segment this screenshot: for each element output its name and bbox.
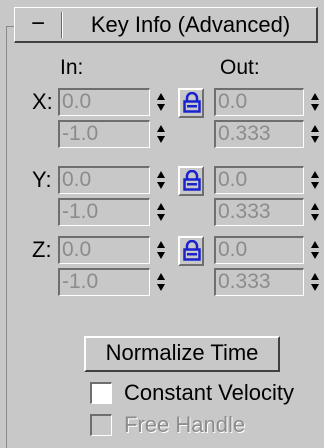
z-in-weight-spinner[interactable] <box>154 268 168 296</box>
padlock-icon <box>183 170 201 191</box>
spinner-down-icon[interactable] <box>157 252 165 259</box>
spinner-up-icon[interactable] <box>311 125 319 132</box>
key-info-panel: − Key Info (Advanced) In: Out: X: 0.0 0.… <box>0 0 324 448</box>
x-in-value-spinner[interactable] <box>154 88 168 116</box>
constant-velocity-label[interactable]: Constant Velocity <box>124 380 294 406</box>
padlock-icon <box>183 240 201 261</box>
y-in-value-field[interactable]: 0.0 <box>58 166 150 194</box>
z-lock-button[interactable] <box>178 236 204 266</box>
constant-velocity-checkbox[interactable] <box>90 382 112 404</box>
axis-label-x: X: <box>32 89 53 114</box>
x-out-weight-field[interactable]: 0.333 <box>214 120 304 148</box>
collapse-icon[interactable]: − <box>31 11 45 37</box>
z-in-value-field[interactable]: 0.0 <box>58 236 150 264</box>
axis-label-y: Y: <box>32 167 52 192</box>
spinner-up-icon[interactable] <box>157 241 165 248</box>
padlock-icon <box>183 92 201 113</box>
z-out-weight-spinner[interactable] <box>308 268 322 296</box>
y-out-value-spinner[interactable] <box>308 166 322 194</box>
spinner-down-icon[interactable] <box>157 136 165 143</box>
spinner-up-icon[interactable] <box>311 93 319 100</box>
spinner-down-icon[interactable] <box>311 284 319 291</box>
header-separator <box>61 12 63 38</box>
y-out-value-field[interactable]: 0.0 <box>214 166 304 194</box>
in-column-label: In: <box>60 56 84 79</box>
x-in-weight-spinner[interactable] <box>154 120 168 148</box>
spinner-up-icon[interactable] <box>311 203 319 210</box>
axis-label-z: Z: <box>32 237 52 262</box>
rollout-bracket <box>6 26 10 448</box>
y-in-weight-spinner[interactable] <box>154 198 168 226</box>
x-out-weight-spinner[interactable] <box>308 120 322 148</box>
normalize-time-button[interactable]: Normalize Time <box>84 336 280 372</box>
x-lock-button[interactable] <box>178 88 204 118</box>
spinner-down-icon[interactable] <box>311 136 319 143</box>
rollout-bracket-hook <box>6 26 14 27</box>
spinner-up-icon[interactable] <box>311 171 319 178</box>
spinner-up-icon[interactable] <box>157 203 165 210</box>
y-in-value-spinner[interactable] <box>154 166 168 194</box>
spinner-up-icon[interactable] <box>311 273 319 280</box>
rollout-header[interactable]: − Key Info (Advanced) <box>14 7 318 43</box>
spinner-down-icon[interactable] <box>311 252 319 259</box>
x-out-value-field[interactable]: 0.0 <box>214 88 304 116</box>
spinner-up-icon[interactable] <box>157 125 165 132</box>
x-in-value-field[interactable]: 0.0 <box>58 88 150 116</box>
y-out-weight-field[interactable]: 0.333 <box>214 198 304 226</box>
spinner-down-icon[interactable] <box>157 214 165 221</box>
spinner-down-icon[interactable] <box>157 104 165 111</box>
x-in-weight-field[interactable]: -1.0 <box>58 120 150 148</box>
y-lock-button[interactable] <box>178 166 204 196</box>
y-out-weight-spinner[interactable] <box>308 198 322 226</box>
free-handle-label: Free Handle <box>124 412 246 437</box>
spinner-up-icon[interactable] <box>157 93 165 100</box>
spinner-up-icon[interactable] <box>157 273 165 280</box>
spinner-down-icon[interactable] <box>311 104 319 111</box>
free-handle-checkbox[interactable] <box>90 414 112 436</box>
z-out-weight-field[interactable]: 0.333 <box>214 268 304 296</box>
spinner-down-icon[interactable] <box>157 182 165 189</box>
y-in-weight-field[interactable]: -1.0 <box>58 198 150 226</box>
spinner-up-icon[interactable] <box>157 171 165 178</box>
spinner-down-icon[interactable] <box>311 214 319 221</box>
out-column-label: Out: <box>220 56 260 79</box>
spinner-up-icon[interactable] <box>311 241 319 248</box>
z-in-value-spinner[interactable] <box>154 236 168 264</box>
rollout-title: Key Info (Advanced) <box>90 12 291 37</box>
spinner-down-icon[interactable] <box>157 284 165 291</box>
x-out-value-spinner[interactable] <box>308 88 322 116</box>
z-out-value-field[interactable]: 0.0 <box>214 236 304 264</box>
spinner-down-icon[interactable] <box>311 182 319 189</box>
z-in-weight-field[interactable]: -1.0 <box>58 268 150 296</box>
z-out-value-spinner[interactable] <box>308 236 322 264</box>
